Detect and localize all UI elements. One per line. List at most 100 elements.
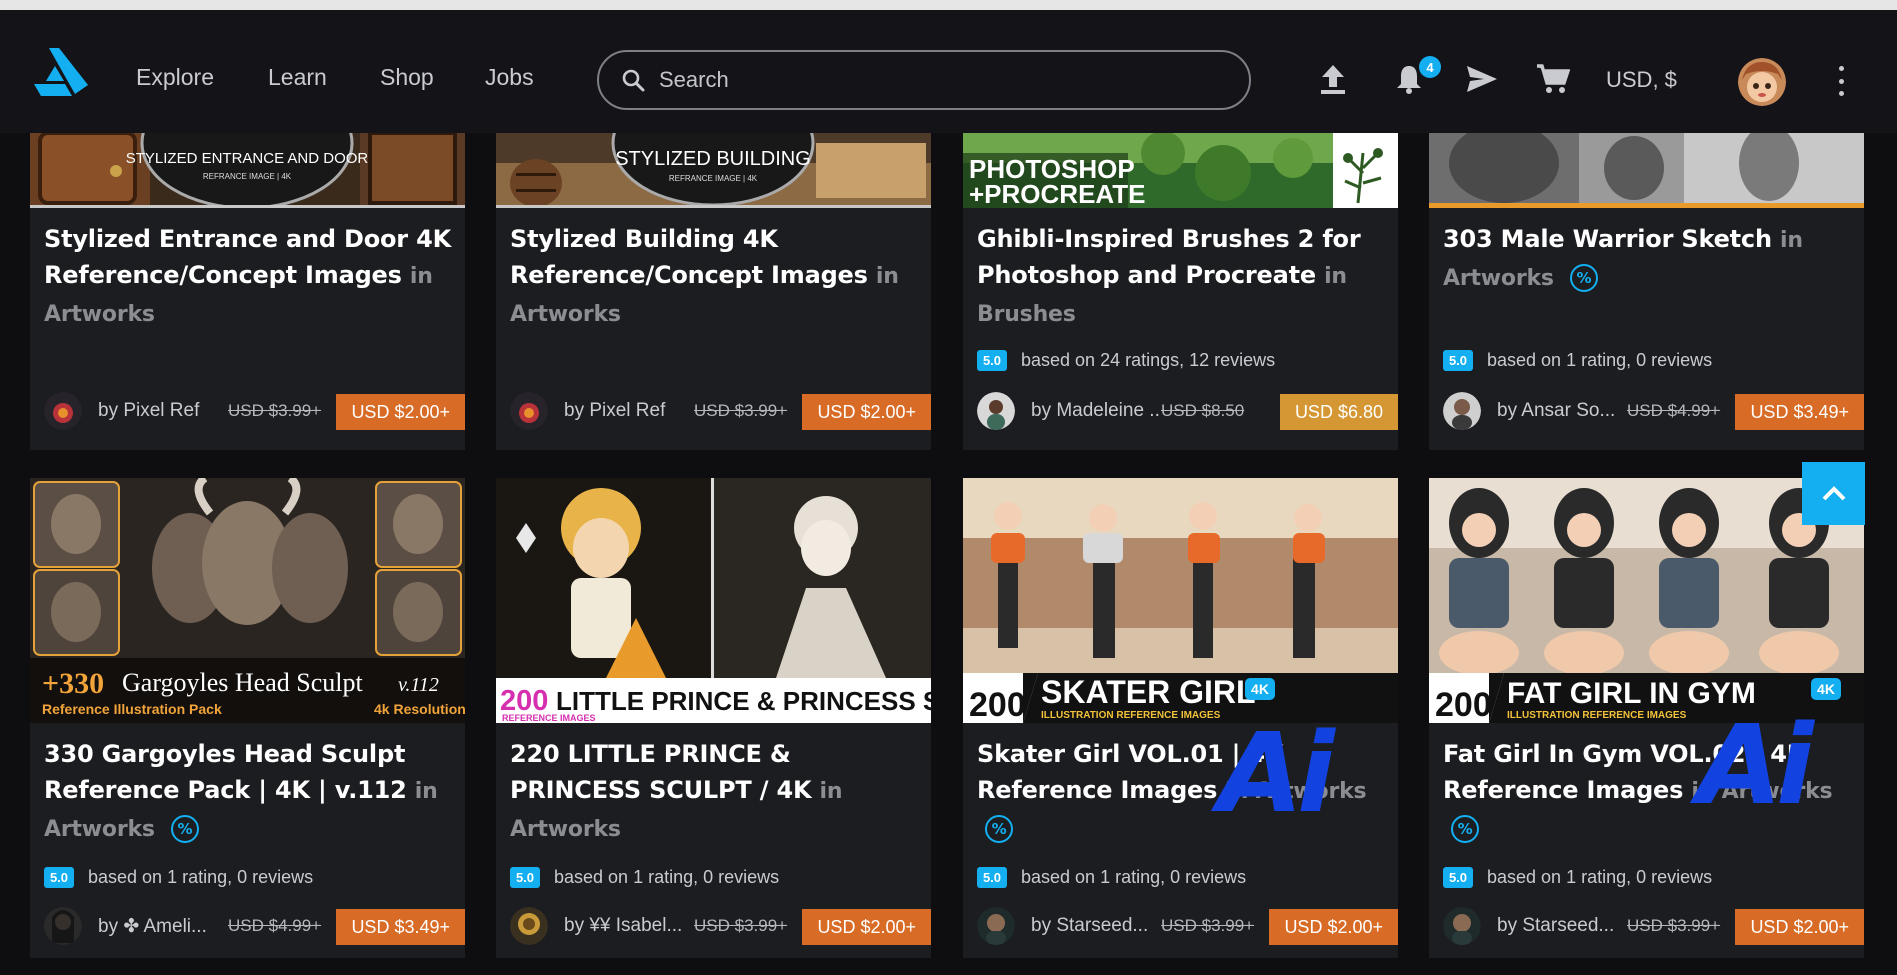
product-title-text[interactable]: Stylized Entrance and Door 4K Reference/… <box>44 225 451 289</box>
thumb-caption-4: Reference Illustration Pack <box>42 701 222 717</box>
original-price: USD $3.99+ <box>694 916 788 935</box>
product-thumbnail[interactable]: STYLIZED BUILDING REFRANCE IMAGE | 4K <box>496 133 931 208</box>
product-title-text[interactable]: 330 Gargoyles Head Sculpt Reference Pack… <box>44 740 407 804</box>
product-title[interactable]: Stylized Entrance and Door 4K Reference/… <box>44 221 455 333</box>
thumb-caption-2: Gargoyles Head Sculpt <box>122 668 363 697</box>
price-button[interactable]: USD $2.00+ <box>1269 909 1398 945</box>
send-icon[interactable] <box>1465 62 1499 96</box>
product-card-1[interactable]: STYLIZED ENTRANCE AND DOOR REFRANCE IMAG… <box>30 133 465 450</box>
search-bar[interactable] <box>597 50 1251 110</box>
thumb-caption-3: v.112 <box>398 674 439 696</box>
price-button[interactable]: USD $6.80 <box>1279 394 1398 430</box>
price-button[interactable]: USD $3.49+ <box>336 909 465 945</box>
upload-icon[interactable] <box>1316 62 1350 96</box>
seller-avatar[interactable] <box>977 392 1015 430</box>
product-title-text[interactable]: Ghibli-Inspired Brushes 2 for Photoshop … <box>977 225 1361 289</box>
seller-name[interactable]: by Pixel Ref <box>98 400 226 422</box>
thumb-caption: STYLIZED ENTRANCE AND DOOR <box>126 150 369 167</box>
thumb-subcaption: REFRANCE IMAGE | 4K <box>203 172 292 181</box>
nav-learn[interactable]: Learn <box>268 64 327 91</box>
product-rating: 5.0 based on 1 rating, 0 reviews <box>1443 350 1712 371</box>
rating-text: based on 24 ratings, 12 reviews <box>1021 350 1276 370</box>
rating-text: based on 1 rating, 0 reviews <box>1021 867 1247 887</box>
search-input[interactable] <box>659 67 1219 93</box>
ai-overlay-mark: Ai <box>1218 709 1335 837</box>
product-title-text[interactable]: 220 LITTLE PRINCE & PRINCESS SCULPT / 4K <box>510 740 812 804</box>
product-card-2[interactable]: STYLIZED BUILDING REFRANCE IMAGE | 4K St… <box>496 133 931 450</box>
nav-shop[interactable]: Shop <box>380 64 434 91</box>
seller-avatar[interactable] <box>1443 392 1481 430</box>
seller-avatar[interactable] <box>510 907 548 945</box>
seller-avatar[interactable] <box>510 392 548 430</box>
product-title[interactable]: 330 Gargoyles Head Sculpt Reference Pack… <box>44 736 455 848</box>
user-avatar[interactable] <box>1738 58 1786 106</box>
product-thumbnail[interactable]: 200 FAT GIRL IN GYM 4K ILLUSTRATION REFE… <box>1429 478 1864 723</box>
price-button[interactable]: USD $2.00+ <box>1735 909 1864 945</box>
seller-name[interactable]: by Starseed... <box>1031 915 1159 937</box>
product-title[interactable]: Stylized Building 4K Reference/Concept I… <box>510 221 921 333</box>
seller-name[interactable]: by Pixel Ref <box>564 400 692 422</box>
product-footer: by ¥¥ Isabel... USD $3.99+ USD $2.00+ <box>510 907 931 945</box>
nav-explore[interactable]: Explore <box>136 64 214 91</box>
percent-icon: % <box>1451 815 1479 843</box>
product-card-6[interactable]: 200 LITTLE PRINCE & PRINCESS SCULPT REFE… <box>496 478 931 958</box>
cart-icon[interactable] <box>1536 62 1570 96</box>
product-thumbnail[interactable]: PHOTOSHOP +PROCREATE <box>963 133 1398 208</box>
thumb-caption: STYLIZED BUILDING <box>615 148 811 170</box>
product-footer: by Starseed... USD $3.99+ USD $2.00+ <box>1443 907 1864 945</box>
seller-name[interactable]: by Ansar So... <box>1497 400 1625 422</box>
product-footer: by Madeleine ... USD $8.50 USD $6.80 <box>977 392 1398 430</box>
seller-avatar[interactable] <box>44 392 82 430</box>
product-footer: by ✤ Ameli... USD $4.99+ USD $3.49+ <box>44 907 465 945</box>
product-card-4[interactable]: 303 Male Warrior Sketch in Artworks % 5.… <box>1429 133 1864 450</box>
product-thumbnail[interactable]: STYLIZED ENTRANCE AND DOOR REFRANCE IMAG… <box>30 133 465 208</box>
scroll-to-top-button[interactable] <box>1802 462 1865 525</box>
price-button[interactable]: USD $2.00+ <box>336 394 465 430</box>
thumb-caption-2: SKATER GIRL <box>1041 674 1256 710</box>
original-price: USD $3.99+ <box>694 401 788 420</box>
product-rating: 5.0 based on 1 rating, 0 reviews <box>510 867 779 888</box>
product-title-text[interactable]: 303 Male Warrior Sketch <box>1443 225 1772 253</box>
product-card-8[interactable]: 200 FAT GIRL IN GYM 4K ILLUSTRATION REFE… <box>1429 478 1864 958</box>
price-button[interactable]: USD $3.49+ <box>1735 394 1864 430</box>
kebab-menu-icon[interactable] <box>1834 66 1848 96</box>
thumb-caption-4: ILLUSTRATION REFERENCE IMAGES <box>1041 710 1221 721</box>
product-title[interactable]: 303 Male Warrior Sketch in Artworks % <box>1443 221 1854 297</box>
product-card-5[interactable]: +330 Gargoyles Head Sculpt v.112 Referen… <box>30 478 465 958</box>
product-rating: 5.0 based on 24 ratings, 12 reviews <box>977 350 1275 371</box>
product-title-text[interactable]: Stylized Building 4K Reference/Concept I… <box>510 225 868 289</box>
rating-text: based on 1 rating, 0 reviews <box>88 867 314 887</box>
product-thumbnail[interactable]: 200 SKATER GIRL 4K ILLUSTRATION REFERENC… <box>963 478 1398 723</box>
product-title[interactable]: 220 LITTLE PRINCE & PRINCESS SCULPT / 4K… <box>510 736 921 848</box>
currency-selector[interactable]: USD, $ <box>1606 67 1677 93</box>
price-button[interactable]: USD $2.00+ <box>802 394 931 430</box>
seller-name[interactable]: by Starseed... <box>1497 915 1625 937</box>
seller-name[interactable]: by ¥¥ Isabel... <box>564 915 692 937</box>
original-price: USD $8.50 <box>1161 401 1245 420</box>
product-thumbnail[interactable]: 200 LITTLE PRINCE & PRINCESS SCULPT REFE… <box>496 478 931 723</box>
seller-avatar[interactable] <box>44 907 82 945</box>
seller-avatar[interactable] <box>977 907 1015 945</box>
search-icon <box>622 69 645 92</box>
product-title[interactable]: Ghibli-Inspired Brushes 2 for Photoshop … <box>977 221 1388 333</box>
seller-name[interactable]: by Madeleine ... <box>1031 400 1159 422</box>
product-thumbnail[interactable]: +330 Gargoyles Head Sculpt v.112 Referen… <box>30 478 465 723</box>
product-card-3[interactable]: PHOTOSHOP +PROCREATE Ghibli-Inspired Bru… <box>963 133 1398 450</box>
rating-score: 5.0 <box>977 350 1007 371</box>
notification-badge: 4 <box>1419 56 1441 78</box>
artstation-logo-icon[interactable] <box>34 48 88 96</box>
product-footer: by Pixel Ref USD $3.99+ USD $2.00+ <box>510 392 931 430</box>
rating-score: 5.0 <box>977 867 1007 888</box>
product-footer: by Ansar So... USD $4.99+ USD $3.49+ <box>1443 392 1864 430</box>
price-button[interactable]: USD $2.00+ <box>802 909 931 945</box>
seller-avatar[interactable] <box>1443 907 1481 945</box>
product-rating: 5.0 based on 1 rating, 0 reviews <box>1443 867 1712 888</box>
thumb-caption: +330 <box>42 667 104 700</box>
seller-name[interactable]: by ✤ Ameli... <box>98 915 226 938</box>
original-price: USD $3.99+ <box>228 401 322 420</box>
product-thumbnail[interactable] <box>1429 133 1864 208</box>
original-price: USD $3.99+ <box>1161 916 1255 935</box>
nav-jobs[interactable]: Jobs <box>485 64 534 91</box>
rating-score: 5.0 <box>1443 867 1473 888</box>
product-card-7[interactable]: 200 SKATER GIRL 4K ILLUSTRATION REFERENC… <box>963 478 1398 958</box>
